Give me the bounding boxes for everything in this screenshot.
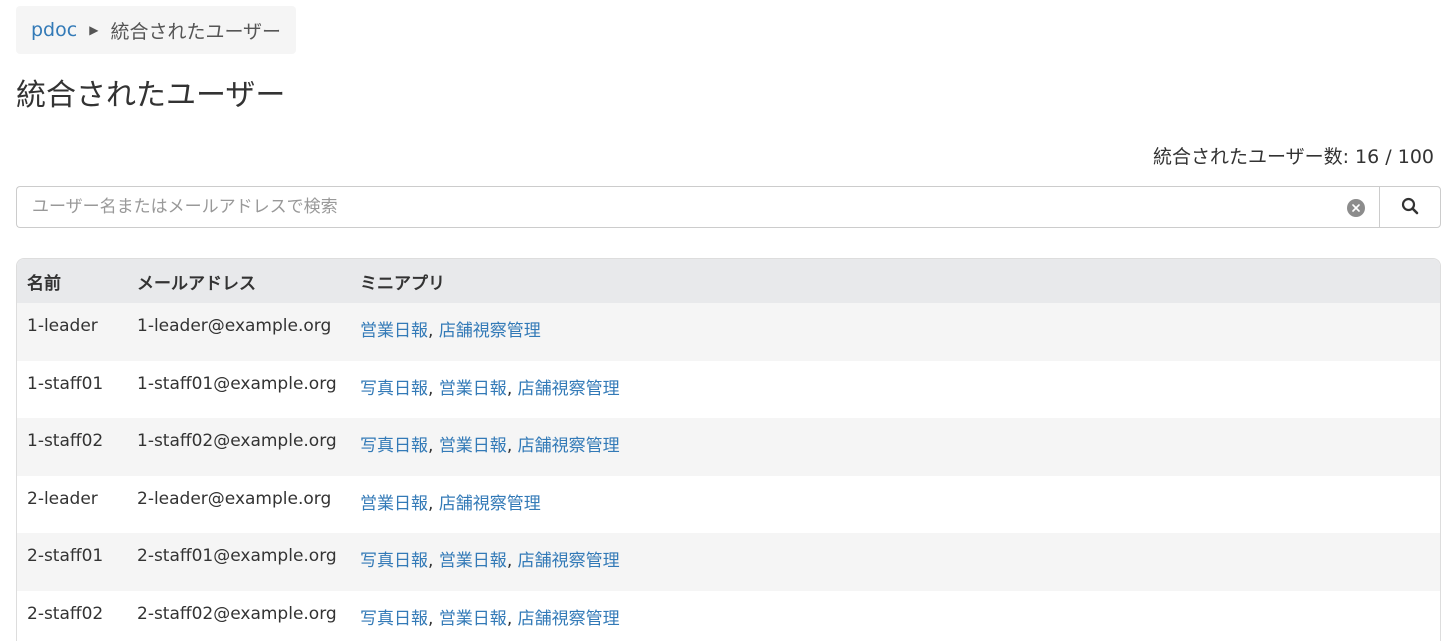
miniapp-link[interactable]: 営業日報 xyxy=(439,379,507,399)
user-name-cell: 1-staff01 xyxy=(27,373,104,394)
miniapp-separator: , xyxy=(428,436,439,456)
user-count-current: 16 xyxy=(1355,146,1380,168)
table-header-row: 名前 メールアドレス ミニアプリ xyxy=(17,259,1440,303)
miniapp-link[interactable]: 店舗視察管理 xyxy=(518,436,620,456)
miniapp-separator: , xyxy=(428,551,439,571)
miniapp-link[interactable]: 店舗視察管理 xyxy=(439,321,541,341)
breadcrumb-current: 統合されたユーザー xyxy=(110,20,282,43)
user-name-cell: 2-staff02 xyxy=(27,603,104,624)
table-body: 1-leader 1-leader@example.org 営業日報, 店舗視察管理… xyxy=(17,303,1440,641)
miniapp-separator: , xyxy=(506,436,518,456)
page-title: 統合されたユーザー xyxy=(16,78,286,113)
miniapp-link[interactable]: 店舗視察管理 xyxy=(439,494,541,514)
user-email-cell: 2-staff01@example.org xyxy=(137,546,337,566)
miniapp-link[interactable]: 営業日報 xyxy=(360,321,428,341)
user-name-cell: 2-leader xyxy=(27,488,98,509)
user-email-cell: 1-leader@example.org xyxy=(137,316,332,336)
user-count-max: 100 xyxy=(1397,146,1434,168)
user-count-separator: / xyxy=(1385,146,1392,168)
search-field xyxy=(16,186,1379,228)
miniapp-separator: , xyxy=(506,608,518,629)
miniapp-link[interactable]: 写真日報 xyxy=(360,379,428,399)
miniapp-link[interactable]: 店舗視察管理 xyxy=(518,609,620,629)
miniapp-separator: , xyxy=(428,378,439,399)
table-row: 1-leader 1-leader@example.org 営業日報, 店舗視察管理 xyxy=(17,303,1440,361)
user-miniapps-cell: 写真日報, 営業日報, 店舗視察管理 xyxy=(350,418,1440,476)
miniapp-link[interactable]: 店舗視察管理 xyxy=(518,551,620,571)
miniapp-separator: , xyxy=(428,321,439,341)
miniapp-link[interactable]: 営業日報 xyxy=(439,551,507,571)
user-name-cell: 1-staff02 xyxy=(27,431,104,451)
column-header-name: 名前 xyxy=(27,273,61,294)
miniapp-separator: , xyxy=(428,493,439,514)
miniapp-link[interactable]: 営業日報 xyxy=(439,436,507,456)
table-row: 1-staff02 1-staff02@example.org 写真日報, 営業日報… xyxy=(17,418,1440,476)
page: pdoc ▶ 統合されたユーザー 統合されたユーザー 統合されたユーザー数: 1… xyxy=(0,0,1455,641)
table-row: 2-leader 2-leader@example.org 営業日報, 店舗視察管理 xyxy=(17,475,1440,534)
search-button[interactable] xyxy=(1379,186,1441,228)
miniapp-link[interactable]: 写真日報 xyxy=(360,609,428,629)
user-miniapps-cell: 営業日報, 店舗視察管理 xyxy=(350,476,1440,534)
miniapp-link[interactable]: 写真日報 xyxy=(360,551,428,571)
miniapp-link[interactable]: 営業日報 xyxy=(439,609,507,629)
clear-search-icon[interactable] xyxy=(1347,199,1365,217)
user-email-cell: 1-staff01@example.org xyxy=(137,373,337,394)
miniapp-separator: , xyxy=(506,378,518,399)
user-email-cell: 2-leader@example.org xyxy=(137,488,332,509)
user-name-cell: 2-staff01 xyxy=(27,546,104,566)
user-miniapps-cell: 写真日報, 営業日報, 店舗視察管理 xyxy=(350,591,1440,641)
miniapp-link[interactable]: 写真日報 xyxy=(360,436,428,456)
miniapp-separator: , xyxy=(506,551,518,571)
table-row: 1-staff01 1-staff01@example.org 写真日報, 営業日報… xyxy=(17,360,1440,419)
search-input[interactable] xyxy=(17,187,1379,227)
miniapp-link[interactable]: 店舗視察管理 xyxy=(518,379,620,399)
search-bar xyxy=(16,186,1441,228)
user-miniapps-cell: 写真日報, 営業日報, 店舗視察管理 xyxy=(350,361,1440,419)
user-name-cell: 1-leader xyxy=(27,316,98,336)
breadcrumb-separator-icon: ▶ xyxy=(89,23,99,37)
user-email-cell: 2-staff02@example.org xyxy=(137,603,337,624)
miniapp-separator: , xyxy=(428,608,439,629)
user-miniapps-cell: 営業日報, 店舗視察管理 xyxy=(350,303,1440,361)
users-table: 名前 メールアドレス ミニアプリ 1-leader 1-leader@exampl… xyxy=(17,259,1440,641)
users-table-container: 名前 メールアドレス ミニアプリ 1-leader 1-leader@exampl… xyxy=(16,258,1441,641)
user-email-cell: 1-staff02@example.org xyxy=(137,431,337,451)
table-row: 2-staff02 2-staff02@example.org 写真日報, 営業日報… xyxy=(17,590,1440,641)
column-header-email: メールアドレス xyxy=(137,273,256,294)
table-row: 2-staff01 2-staff01@example.org 写真日報, 営業日報… xyxy=(17,533,1440,591)
column-header-miniapps: ミニアプリ xyxy=(360,273,445,294)
search-icon xyxy=(1401,197,1419,218)
user-miniapps-cell: 写真日報, 営業日報, 店舗視察管理 xyxy=(350,533,1440,591)
user-count-label: 統合されたユーザー数: xyxy=(1152,146,1349,168)
breadcrumb: pdoc ▶ 統合されたユーザー xyxy=(16,6,297,54)
miniapp-link[interactable]: 営業日報 xyxy=(360,494,428,514)
user-count: 統合されたユーザー数: 16 / 100 xyxy=(1153,144,1434,170)
breadcrumb-home-link[interactable]: pdoc xyxy=(31,19,77,41)
